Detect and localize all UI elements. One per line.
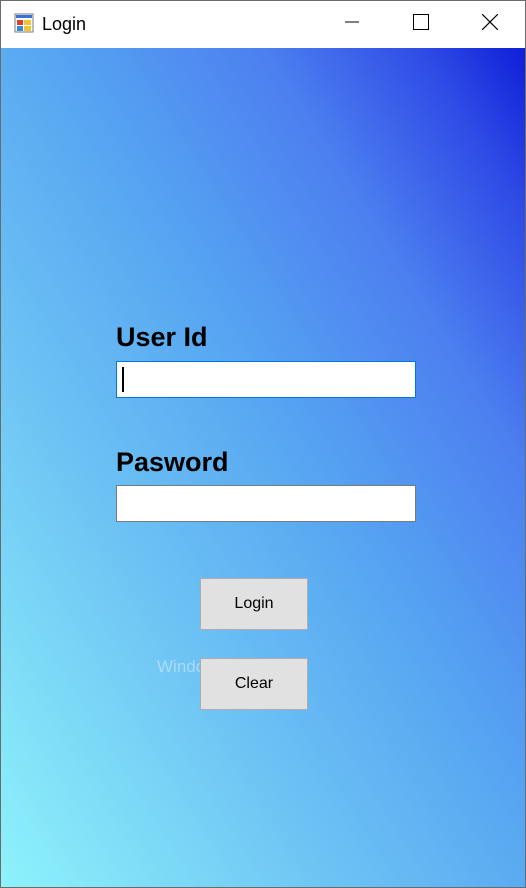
minimize-icon — [345, 15, 359, 34]
clear-button[interactable]: Clear — [200, 658, 308, 710]
text-caret — [122, 367, 124, 392]
maximize-button[interactable] — [386, 1, 456, 48]
form-client-area: User Id Pasword Login Window Snip Clear — [1, 48, 525, 887]
password-label: Pasword — [116, 447, 229, 477]
winforms-app-icon — [14, 13, 34, 33]
close-button[interactable] — [455, 1, 525, 48]
title-bar[interactable]: Login — [1, 1, 525, 48]
maximize-icon — [413, 14, 429, 35]
close-icon — [481, 13, 499, 35]
login-button[interactable]: Login — [200, 578, 308, 630]
user-id-input[interactable] — [116, 361, 416, 398]
window-title: Login — [42, 14, 87, 34]
login-window: Login User Id Pasword Login Window Snip … — [0, 0, 526, 888]
password-input[interactable] — [116, 485, 416, 522]
user-id-label: User Id — [116, 322, 208, 352]
minimize-button[interactable] — [317, 1, 387, 48]
